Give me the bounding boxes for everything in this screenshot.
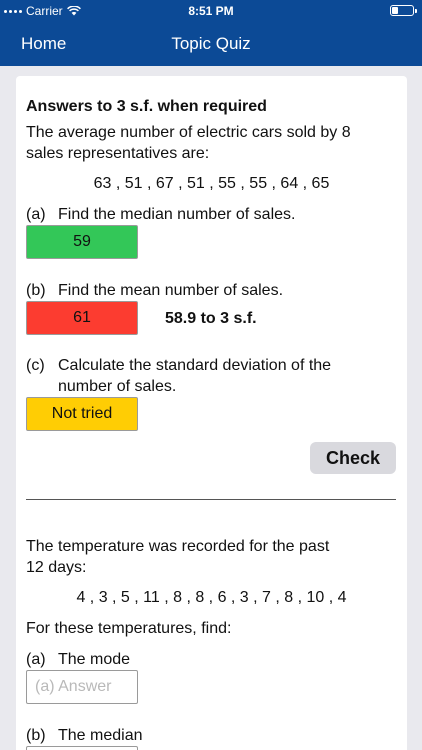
content-area[interactable]: Answers to 3 s.f. when required The aver… [0, 66, 422, 750]
q2b-text: The median [58, 727, 143, 744]
battery-icon [390, 5, 417, 16]
q2a-label: (a) [26, 651, 46, 668]
answer-rule-heading: Answers to 3 s.f. when required [26, 98, 267, 115]
q1a-text: Find the median number of sales. [58, 206, 296, 223]
q2-prompt-line2: 12 days: [26, 559, 87, 576]
quiz-card: Answers to 3 s.f. when required The aver… [16, 76, 407, 750]
q1-data-list: 63 , 51 , 67 , 51 , 55 , 55 , 64 , 65 [93, 175, 330, 192]
q2-data-list: 4 , 3 , 5 , 11 , 8 , 8 , 6 , 3 , 7 , 8 ,… [76, 589, 347, 606]
q1b-text: Find the mean number of sales. [58, 282, 284, 299]
q1c-text-line2: number of sales. [58, 378, 177, 395]
q2b-answer-input[interactable] [26, 746, 138, 750]
q1c-label: (c) [26, 357, 45, 374]
check-button[interactable]: Check [310, 442, 396, 474]
q1a-answer-correct[interactable]: 59 [26, 225, 138, 259]
q1b-label: (b) [26, 282, 46, 299]
question-divider [26, 499, 396, 500]
q2-prompt-line1: The temperature was recorded for the pas… [26, 538, 330, 555]
q2a-text: The mode [58, 651, 131, 668]
q2a-answer-input[interactable] [26, 670, 138, 704]
status-time: 8:51 PM [188, 4, 234, 18]
q1a-label: (a) [26, 206, 46, 223]
nav-bar: Home Topic Quiz [0, 22, 422, 66]
q1-prompt-line2: sales representatives are: [26, 145, 210, 162]
q1c-text-line1: Calculate the standard deviation of the [58, 357, 332, 374]
status-bar: Carrier 8:51 PM [0, 0, 422, 22]
page-title: Topic Quiz [171, 34, 251, 53]
q1-prompt-line1: The average number of electric cars sold… [26, 124, 351, 141]
q1b-answer-wrong[interactable]: 61 [26, 301, 138, 335]
q2b-label: (b) [26, 727, 46, 744]
q2-instruction: For these temperatures, find: [26, 620, 232, 637]
q1b-feedback: 58.9 to 3 s.f. [165, 310, 257, 327]
q1c-answer-not-tried[interactable]: Not tried [26, 397, 138, 431]
